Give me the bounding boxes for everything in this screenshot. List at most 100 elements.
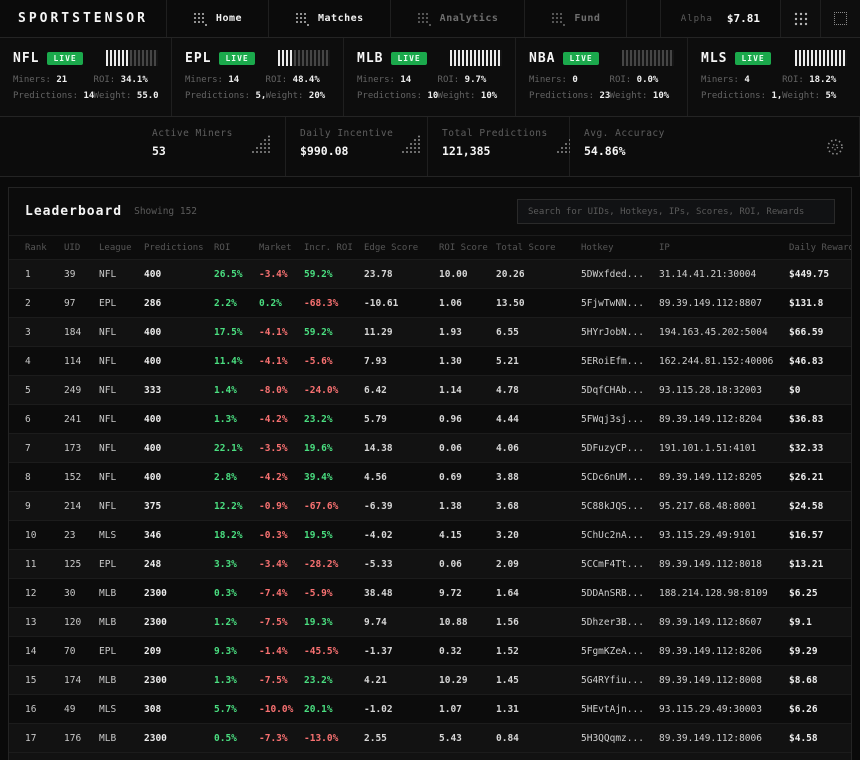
nav-tab[interactable]: Matches — [269, 0, 391, 37]
cell-roi-score: 1.06 — [439, 297, 462, 309]
column-header[interactable]: Market — [259, 243, 304, 253]
cell-edge-score: 5.79 — [364, 413, 387, 425]
cell-uid: 174 — [64, 674, 82, 686]
table-row[interactable]: 10 23 MLS 346 18.2% -0.3% 19.5% -4.02 4.… — [9, 520, 851, 549]
column-header[interactable]: League — [99, 243, 144, 253]
cell-edge-score: 11.29 — [364, 326, 393, 338]
cell-market: -8.0% — [259, 384, 288, 396]
column-header[interactable]: Predictions — [144, 243, 214, 253]
cell-edge-score: -4.02 — [364, 529, 393, 541]
league-name: MLS — [701, 50, 728, 66]
table-row[interactable]: 16 49 MLS 308 5.7% -10.0% 20.1% -1.02 1.… — [9, 694, 851, 723]
cell-roi: 26.5% — [214, 268, 243, 280]
leaderboard-search-input[interactable] — [517, 199, 835, 224]
cell-market: -4.1% — [259, 326, 288, 338]
cell-uid: 23 — [64, 529, 76, 541]
table-row[interactable]: 12 30 MLB 2300 0.3% -7.4% -5.9% 38.48 9.… — [9, 578, 851, 607]
column-header[interactable]: Daily Reward — [789, 243, 851, 253]
league-miners: Miners: 4 — [701, 75, 750, 85]
cell-predictions: 400 — [144, 413, 162, 425]
top-nav: SPORTSTENSOR Home Matches Analytics Fund… — [0, 0, 860, 38]
cell-rank: 8 — [25, 471, 31, 483]
nav-tab[interactable]: Analytics — [391, 0, 526, 37]
table-row[interactable]: 6 241 NFL 400 1.3% -4.2% 23.2% 5.79 0.96… — [9, 404, 851, 433]
live-badge: LIVE — [735, 51, 771, 65]
table-row[interactable]: 4 114 NFL 400 11.4% -4.1% -5.6% 7.93 1.3… — [9, 346, 851, 375]
nav-tab-label: Matches — [318, 13, 364, 24]
summary-stats: Active Miners 53 Daily Incentive $990.08… — [0, 117, 860, 177]
column-header[interactable]: Edge Score — [364, 243, 439, 253]
cell-incr-roi: -45.5% — [304, 645, 339, 657]
table-row[interactable]: 8 152 NFL 400 2.8% -4.2% 39.4% 4.56 0.69… — [9, 462, 851, 491]
table-row[interactable]: 2 97 EPL 286 2.2% 0.2% -68.3% -10.61 1.0… — [9, 288, 851, 317]
cell-rank: 11 — [25, 558, 37, 570]
cell-rank: 12 — [25, 587, 37, 599]
cell-edge-score: 4.56 — [364, 471, 387, 483]
column-header[interactable]: Incr. ROI — [304, 243, 364, 253]
cell-total-score: 1.52 — [496, 645, 519, 657]
cell-hotkey: 5HEvtAjn... — [581, 703, 644, 715]
cell-ip: 89.39.149.112:8204 — [659, 413, 762, 425]
table-row[interactable]: 15 174 MLB 2300 1.3% -7.5% 23.2% 4.21 10… — [9, 665, 851, 694]
frame-select-button[interactable] — [820, 0, 860, 37]
cell-total-score: 20.26 — [496, 268, 525, 280]
table-row[interactable]: 11 125 EPL 248 3.3% -3.4% -28.2% -5.33 0… — [9, 549, 851, 578]
cell-market: -4.2% — [259, 413, 288, 425]
table-row[interactable]: 1 39 NFL 400 26.5% -3.4% 59.2% 23.78 10.… — [9, 259, 851, 288]
league-name: NBA — [529, 50, 556, 66]
column-header[interactable]: ROI — [214, 243, 259, 253]
table-row[interactable]: 13 120 MLB 2300 1.2% -7.5% 19.3% 9.74 10… — [9, 607, 851, 636]
league-weight: Weight: 20% — [265, 91, 326, 101]
league-miners: Miners: 21 — [13, 75, 68, 85]
cell-edge-score: 7.93 — [364, 355, 387, 367]
cell-rank: 15 — [25, 674, 37, 686]
column-header[interactable]: Total Score — [496, 243, 581, 253]
cell-incr-roi: -68.3% — [304, 297, 339, 309]
table-row[interactable]: 14 70 EPL 209 9.3% -1.4% -45.5% -1.37 0.… — [9, 636, 851, 665]
league-predictions: Predictions: 238 — [529, 91, 610, 101]
league-card: EPL LIVE Miners: 14 ROI: 48.4% Predictio… — [172, 38, 344, 116]
cell-roi: 18.2% — [214, 529, 243, 541]
cell-roi-score: 9.72 — [439, 587, 462, 599]
nav-tab[interactable]: Fund — [525, 0, 628, 37]
alpha-value: $7.81 — [726, 12, 760, 25]
cell-roi: 3.3% — [214, 558, 237, 570]
league-weight: Weight: 55.0000 — [93, 91, 158, 101]
cell-total-score: 1.56 — [496, 616, 519, 628]
cell-uid: 214 — [64, 500, 82, 512]
nav-tab-label: Analytics — [439, 13, 499, 24]
column-header[interactable]: Hotkey — [581, 243, 659, 253]
league-predictions: Predictions: 100,267 — [357, 91, 438, 101]
cell-incr-roi: 39.4% — [304, 471, 333, 483]
table-row[interactable]: 9 214 NFL 375 12.2% -0.9% -67.6% -6.39 1… — [9, 491, 851, 520]
league-roi: ROI: 34.1% — [93, 75, 148, 85]
cell-uid: 39 — [64, 268, 76, 280]
cell-total-score: 1.64 — [496, 587, 519, 599]
cell-incr-roi: 59.2% — [304, 326, 333, 338]
live-badge: LIVE — [563, 51, 599, 65]
cell-edge-score: -5.33 — [364, 558, 393, 570]
cell-daily-reward: $6.26 — [789, 703, 818, 715]
column-header[interactable]: UID — [64, 243, 99, 253]
cell-roi: 11.4% — [214, 355, 243, 367]
cell-uid: 173 — [64, 442, 82, 454]
live-badge: LIVE — [391, 51, 427, 65]
column-header[interactable]: Rank — [25, 243, 64, 253]
league-roi: ROI: 0.0% — [609, 75, 659, 85]
table-row[interactable]: 7 173 NFL 400 22.1% -3.5% 19.6% 14.38 0.… — [9, 433, 851, 462]
cell-roi-score: 0.32 — [439, 645, 462, 657]
summary-filler — [0, 117, 138, 176]
nav-tab[interactable]: Home — [167, 0, 270, 37]
table-row[interactable]: 3 184 NFL 400 17.5% -4.1% 59.2% 11.29 1.… — [9, 317, 851, 346]
cell-ip: 89.39.149.112:8008 — [659, 674, 762, 686]
cell-ip: 191.101.1.51:4101 — [659, 442, 757, 454]
table-row[interactable]: 17 176 MLB 2300 0.5% -7.3% -13.0% 2.55 5… — [9, 723, 851, 752]
column-header[interactable]: IP — [659, 243, 789, 253]
cell-daily-reward: $9.29 — [789, 645, 818, 657]
column-header[interactable]: ROI Score — [439, 243, 496, 253]
grid-menu-button[interactable] — [780, 0, 820, 37]
dots-grid-icon — [794, 12, 807, 25]
cell-predictions: 346 — [144, 529, 162, 541]
table-row[interactable]: 5 249 NFL 333 1.4% -8.0% -24.0% 6.42 1.1… — [9, 375, 851, 404]
cell-uid: 184 — [64, 326, 82, 338]
